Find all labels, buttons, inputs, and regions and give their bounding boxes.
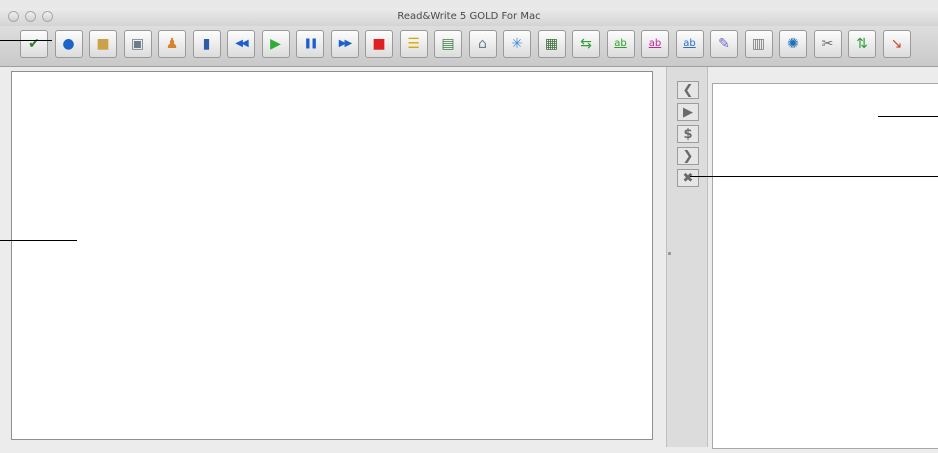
pause-icon: ❚❚: [303, 38, 319, 49]
globe-icon: ●: [62, 36, 75, 52]
callout-line-side-controls: [690, 176, 938, 177]
previous-button[interactable]: ❮: [677, 81, 699, 99]
up-down-arrows-icon: ⇅: [856, 36, 868, 52]
splitter-handle[interactable]: [668, 252, 671, 255]
ear-icon: $: [683, 126, 693, 142]
spell-check-button[interactable]: ✔: [20, 30, 48, 58]
app-window: Read&Write 5 GOLD For Mac ✔ ● ■ ▣ ♟ ▮ ◀◀ ▶ ❚❚ ▶▶ ■…: [0, 0, 938, 453]
scanner-icon: ⌂: [478, 36, 487, 52]
highlight-icon: ☰: [407, 36, 420, 52]
book-icon: ■: [96, 36, 110, 52]
side-control-bar: ❮ ▶ $ ❯ ✖: [666, 67, 708, 447]
picture-dictionary-icon: ▣: [130, 36, 145, 52]
rewind-button[interactable]: ◀◀: [227, 30, 255, 58]
play-button[interactable]: ▶: [261, 30, 290, 58]
homophones-button[interactable]: ♟: [158, 30, 186, 58]
title-bar: Read&Write 5 GOLD For Mac: [0, 8, 938, 26]
minimize-window-icon[interactable]: [25, 11, 36, 22]
chevron-right-icon: ❯: [682, 148, 694, 164]
word-prediction-button[interactable]: ⇅: [848, 30, 876, 58]
sparkle-icon: ✳: [511, 36, 523, 52]
screen-masking-button[interactable]: ▦: [537, 30, 566, 58]
next-button[interactable]: ❯: [677, 147, 699, 165]
scan-button[interactable]: ⌂: [468, 30, 497, 58]
settings-button[interactable]: ✂: [813, 30, 842, 58]
fast-forward-icon: ▶▶: [338, 38, 352, 49]
screenshot-reader-icon: ▤: [441, 36, 455, 52]
ab-highlight-icon: ab: [648, 38, 662, 49]
ab-highlight-icon: ab: [683, 38, 696, 49]
close-x-icon: ✖: [682, 170, 694, 186]
play-icon: ▶: [683, 104, 693, 120]
collect-highlights-icon: ✎: [718, 36, 730, 52]
fact-finder-button[interactable]: ✳: [503, 30, 531, 58]
main-area: ❮ ▶ $ ❯ ✖: [0, 67, 938, 453]
fast-forward-button[interactable]: ▶▶: [330, 30, 359, 58]
document-area[interactable]: [11, 71, 653, 440]
stop-icon: ■: [372, 36, 386, 52]
web-button[interactable]: ✺: [779, 30, 807, 58]
highlighter-yellow-button[interactable]: ab: [606, 30, 635, 58]
highlighter-outline-button[interactable]: ab: [675, 30, 704, 58]
calculator-icon: ▥: [751, 36, 766, 52]
globe-button[interactable]: ●: [54, 30, 83, 58]
zoom-window-icon[interactable]: [42, 11, 53, 22]
close-window-icon[interactable]: [8, 11, 19, 22]
monitor-icon: ▦: [544, 36, 559, 52]
help-button[interactable]: ↘: [882, 30, 911, 58]
callout-line-panel: [878, 116, 938, 117]
pause-button[interactable]: ❚❚: [296, 30, 324, 58]
pronounce-button[interactable]: $: [677, 125, 699, 143]
window-title: Read&Write 5 GOLD For Mac: [397, 11, 541, 22]
play-icon: ▶: [270, 36, 281, 52]
main-toolbar: ✔ ● ■ ▣ ♟ ▮ ◀◀ ▶ ❚❚ ▶▶ ■ ☰ ▤ ⌂ ✳ ▦ ⇆ ab ab ab ✎ ▥ ✺ ✂ ⇅ ↘: [0, 26, 938, 67]
suggestion-panel[interactable]: [712, 83, 938, 449]
collect-highlights-button[interactable]: ✎: [710, 30, 738, 58]
chevron-left-icon: ❮: [682, 82, 694, 98]
play-suggestion-button[interactable]: ▶: [677, 103, 699, 121]
translate-icon: ⇆: [580, 36, 592, 52]
calculator-button[interactable]: ▥: [744, 30, 773, 58]
dictionary-button[interactable]: ■: [89, 30, 117, 58]
callout-line-toolbar: [0, 40, 52, 41]
picture-dictionary-button[interactable]: ▣: [123, 30, 152, 58]
ab-highlight-icon: ab: [614, 38, 627, 49]
callout-line-document: [0, 240, 77, 241]
highlight-button[interactable]: ☰: [399, 30, 428, 58]
rewind-icon: ◀◀: [235, 38, 248, 49]
help-arrow-icon: ↘: [890, 36, 903, 52]
tools-icon: ✂: [821, 36, 834, 52]
person-icon: ♟: [165, 36, 179, 52]
close-panel-button[interactable]: ✖: [677, 169, 699, 187]
stop-button[interactable]: ■: [365, 30, 393, 58]
blue-book-icon: ▮: [202, 36, 211, 52]
translator-button[interactable]: ⇆: [572, 30, 600, 58]
word-wizard-button[interactable]: ▮: [192, 30, 221, 58]
web-icon: ✺: [787, 36, 799, 52]
screenshot-reader-button[interactable]: ▤: [434, 30, 462, 58]
highlighter-pink-button[interactable]: ab: [641, 30, 669, 58]
